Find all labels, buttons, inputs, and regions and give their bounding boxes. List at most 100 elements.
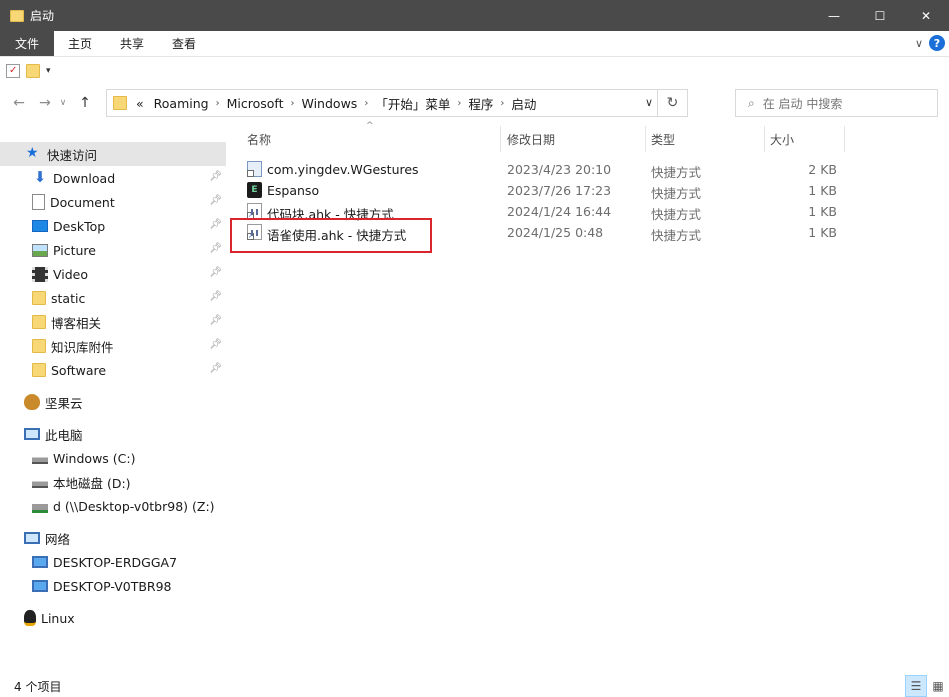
sidebar-item-label: 网络 <box>45 531 71 547</box>
window-title: 启动 <box>30 9 55 23</box>
customize-toolbar-icon[interactable]: ▾ <box>46 66 51 76</box>
file-name: com.yingdev.WGestures <box>267 162 419 177</box>
help-icon[interactable]: ? <box>929 35 945 51</box>
large-icons-view-icon[interactable]: ▦ <box>927 675 949 697</box>
maximize-button[interactable]: ☐ <box>857 0 903 31</box>
sidebar-item-label: 博客相关 <box>51 315 102 331</box>
refresh-button[interactable]: ↻ <box>657 90 687 116</box>
pin-icon[interactable]: 📌︎ <box>209 339 222 350</box>
tab-share[interactable]: 共享 <box>106 31 158 56</box>
column-divider[interactable] <box>764 126 765 152</box>
breadcrumb-microsoft[interactable]: Microsoft <box>222 96 289 111</box>
file-type: 快捷方式 <box>651 165 702 180</box>
address-row: ← → ∨ ↑ « Roaming › Microsoft › Windows … <box>0 86 949 120</box>
tab-file[interactable]: 文件 <box>0 31 55 56</box>
forward-button[interactable]: → <box>34 92 56 114</box>
file-row[interactable]: com.yingdev.WGestures 2023/4/23 20:10 快捷… <box>242 159 842 180</box>
file-type: 快捷方式 <box>651 228 702 243</box>
properties-icon[interactable]: ✓ <box>6 64 20 78</box>
folder-icon <box>32 339 46 353</box>
file-size: 1 KB <box>808 225 837 240</box>
sidebar-item-video[interactable]: Video 📌︎ <box>0 262 226 286</box>
breadcrumb-separator[interactable]: › <box>498 98 506 109</box>
sidebar-item-quick-access[interactable]: ★ 快速访问 <box>0 142 226 166</box>
breadcrumb-roaming[interactable]: Roaming <box>149 96 214 111</box>
column-header-date[interactable]: 修改日期 <box>507 126 645 152</box>
sidebar-item-label: DESKTOP-ERDGGA7 <box>53 554 178 570</box>
sidebar-item-this-pc[interactable]: 此电脑 <box>0 422 226 446</box>
minimize-button[interactable]: — <box>811 0 857 31</box>
sidebar-item-desktop[interactable]: DeskTop 📌︎ <box>0 214 226 238</box>
back-button[interactable]: ← <box>8 92 30 114</box>
column-header-size[interactable]: 大小 <box>770 126 844 152</box>
drive-icon <box>32 452 48 464</box>
sidebar-item-drive-c[interactable]: Windows (C:) <box>0 446 226 470</box>
column-divider[interactable] <box>500 126 501 152</box>
pin-icon[interactable]: 📌︎ <box>209 267 222 278</box>
sidebar-item-desktop-v0tbr98[interactable]: DESKTOP-V0TBR98 <box>0 574 226 598</box>
monitor-icon <box>32 580 48 592</box>
column-divider[interactable] <box>844 126 845 152</box>
pin-icon[interactable]: 📌︎ <box>209 291 222 302</box>
sidebar-item-desktop-erdgga7[interactable]: DESKTOP-ERDGGA7 <box>0 550 226 574</box>
search-icon: ⌕ <box>748 95 755 110</box>
tab-view[interactable]: 查看 <box>158 31 210 56</box>
new-folder-icon[interactable] <box>26 64 40 78</box>
close-button[interactable]: ✕ <box>903 0 949 31</box>
quick-access-toolbar: ✓ ▾ <box>0 58 949 84</box>
sidebar-item-label: static <box>51 290 86 306</box>
up-button[interactable]: ↑ <box>74 92 96 114</box>
breadcrumb-separator[interactable]: › <box>455 98 463 109</box>
sidebar-item-label: d (\\Desktop-v0tbr98) (Z:) <box>53 498 215 514</box>
sidebar-item-document[interactable]: Document 📌︎ <box>0 190 226 214</box>
sidebar-item-software[interactable]: Software 📌︎ <box>0 358 226 382</box>
sidebar-item-jianguoyun[interactable]: 坚果云 <box>0 390 226 414</box>
sidebar-item-drive-d[interactable]: 本地磁盘 (D:) <box>0 470 226 494</box>
recent-locations-icon[interactable]: ∨ <box>56 92 70 114</box>
breadcrumb-startup[interactable]: 启动 <box>506 94 541 113</box>
search-input[interactable]: 在 启动 中搜索 <box>763 95 843 112</box>
download-icon: ⬇ <box>33 168 47 186</box>
breadcrumb-overflow[interactable]: « <box>131 96 149 111</box>
breadcrumb-separator[interactable]: › <box>289 98 297 109</box>
folder-icon <box>32 363 46 377</box>
sidebar-item-download[interactable]: ⬇ Download 📌︎ <box>0 166 226 190</box>
ribbon-expand-button[interactable]: ∨ <box>915 37 923 50</box>
details-view-icon[interactable]: ☰ <box>905 675 927 697</box>
pin-icon[interactable]: 📌︎ <box>209 363 222 374</box>
search-box[interactable]: ⌕ 在 启动 中搜索 <box>735 89 938 117</box>
sidebar-item-drive-z[interactable]: d (\\Desktop-v0tbr98) (Z:) <box>0 494 226 518</box>
network-icon <box>24 532 40 544</box>
pin-icon[interactable]: 📌︎ <box>209 171 222 182</box>
sidebar-item-network[interactable]: 网络 <box>0 526 226 550</box>
espanso-icon: E <box>247 182 262 198</box>
pin-icon[interactable]: 📌︎ <box>209 315 222 326</box>
file-size: 2 KB <box>808 162 837 177</box>
breadcrumb-windows[interactable]: Windows <box>297 96 363 111</box>
breadcrumb-programs[interactable]: 程序 <box>463 94 498 113</box>
sidebar-item-blog[interactable]: 博客相关 📌︎ <box>0 310 226 334</box>
column-header-type[interactable]: 类型 <box>651 126 763 152</box>
sidebar-item-picture[interactable]: Picture 📌︎ <box>0 238 226 262</box>
sidebar-item-static[interactable]: static 📌︎ <box>0 286 226 310</box>
file-date: 2023/4/23 20:10 <box>507 162 612 177</box>
sidebar-item-linux[interactable]: Linux <box>0 606 226 630</box>
column-divider[interactable] <box>645 126 646 152</box>
pin-icon[interactable]: 📌︎ <box>209 243 222 254</box>
pin-icon[interactable]: 📌︎ <box>209 219 222 230</box>
address-bar[interactable]: « Roaming › Microsoft › Windows › 「开始」菜单… <box>106 89 688 117</box>
breadcrumb-separator[interactable]: › <box>214 98 222 109</box>
picture-icon <box>32 243 48 257</box>
file-row[interactable]: E Espanso 2023/7/26 17:23 快捷方式 1 KB <box>242 180 842 201</box>
tab-home[interactable]: 主页 <box>54 31 106 56</box>
sidebar-item-knowledge-attachments[interactable]: 知识库附件 📌︎ <box>0 334 226 358</box>
pin-icon[interactable]: 📌︎ <box>209 195 222 206</box>
breadcrumb-start-menu[interactable]: 「开始」菜单 <box>370 94 455 113</box>
document-icon <box>32 194 45 210</box>
address-dropdown-icon[interactable]: ∨ <box>645 96 653 109</box>
view-switcher: ☰ ▦ <box>905 675 949 697</box>
sidebar-item-label: 此电脑 <box>45 427 83 443</box>
breadcrumb-separator[interactable]: › <box>362 98 370 109</box>
navigation-pane: ★ 快速访问 ⬇ Download 📌︎ Document 📌︎ DeskTop… <box>0 122 228 672</box>
column-header-name[interactable]: 名称 <box>247 126 499 152</box>
